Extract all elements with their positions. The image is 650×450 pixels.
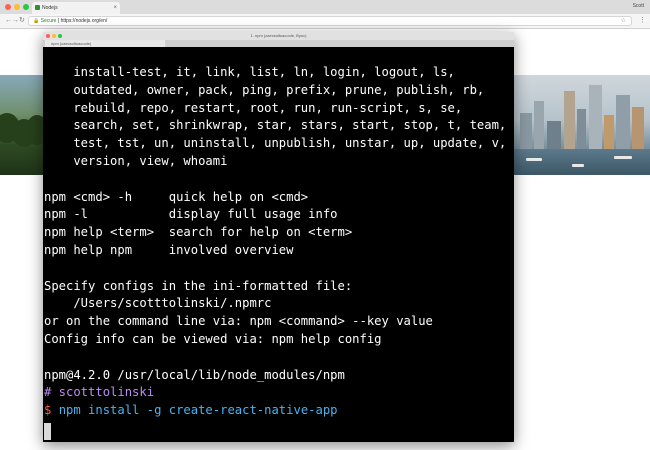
terminal-line: or on the command line via: npm <command… [44,314,433,329]
terminal-line: test, tst, un, uninstall, unpublish, uns… [44,136,507,151]
terminal-line: npm help npm involved overview [44,243,294,257]
profile-user-name[interactable]: Scott [633,3,644,9]
reload-icon[interactable]: ↻ [19,16,25,26]
terminal-line: install-test, it, link, list, ln, login,… [44,65,455,79]
terminal-zoom-button[interactable] [58,34,62,38]
back-arrow-icon[interactable]: ← [5,16,12,26]
terminal-line: Config info can be viewed via: npm help … [44,332,382,346]
secure-label: Secure [40,18,57,24]
terminal-line: $ npm install -g create-react-native-app [44,401,338,419]
terminal-window[interactable]: 1. npm (caecsoltuacoole, Byoc) npm (caec… [43,32,514,442]
terminal-tab-bar: npm (caecsoltuacoole) [43,40,514,47]
forward-arrow-icon[interactable]: → [12,16,19,26]
lock-icon: 🔒 [33,18,40,24]
prompt-symbol: $ [44,403,59,418]
terminal-line: npm@4.2.0 /usr/local/lib/node_modules/np… [44,367,345,382]
browser-menu-icon[interactable]: ⋮ [639,16,646,24]
address-bar[interactable]: 🔒 Secure | https://nodejs.org/en/ ☆ [28,16,632,26]
window-minimize-button[interactable] [14,4,20,10]
page-hero-image-right [514,75,650,175]
terminal-tab[interactable]: npm (caecsoltuacoole) [45,40,165,47]
terminal-cursor [44,423,51,440]
terminal-line: /Users/scotttolinski/.npmrc [44,296,272,311]
terminal-line: npm -l display full usage info [44,207,338,222]
page-hero-image-left [0,75,43,175]
address-url: https://nodejs.org/en/ [60,18,108,24]
tab-close-icon[interactable]: × [113,2,117,14]
browser-tab-bar: Nodejs × Scott [0,0,650,15]
browser-tab-title: Nodejs [42,5,58,11]
nodejs-favicon-icon [35,5,40,10]
terminal-output[interactable]: install-test, it, link, list, ln, login,… [44,47,513,442]
command-text: npm install -g create-react-native-app [58,403,338,418]
terminal-line: Specify configs in the ini-formatted fil… [44,278,353,293]
terminal-line: search, set, shrinkwrap, star, stars, st… [44,118,507,133]
terminal-line: outdated, owner, pack, ping, prefix, pru… [44,82,485,97]
terminal-line: npm <cmd> -h quick help on <cmd> [44,189,309,204]
terminal-close-button[interactable] [46,34,50,38]
terminal-minimize-button[interactable] [52,34,56,38]
browser-tab[interactable]: Nodejs × [32,2,120,14]
window-zoom-button[interactable] [23,4,29,10]
address-separator: | [57,18,60,24]
terminal-title: 1. npm (caecsoltuacoole, Byoc) [250,33,307,38]
browser-toolbar: ← → ↻ 🔒 Secure | https://nodejs.org/en/ … [0,14,650,29]
terminal-line: npm help <term> search for help on <term… [44,225,353,240]
terminal-line: version, view, whoami [44,154,228,168]
terminal-line: # scotttolinski [44,385,155,400]
terminal-line: rebuild, repo, restart, root, run, run-s… [44,100,463,115]
bookmark-star-icon[interactable]: ☆ [621,17,626,26]
window-close-button[interactable] [5,4,11,10]
